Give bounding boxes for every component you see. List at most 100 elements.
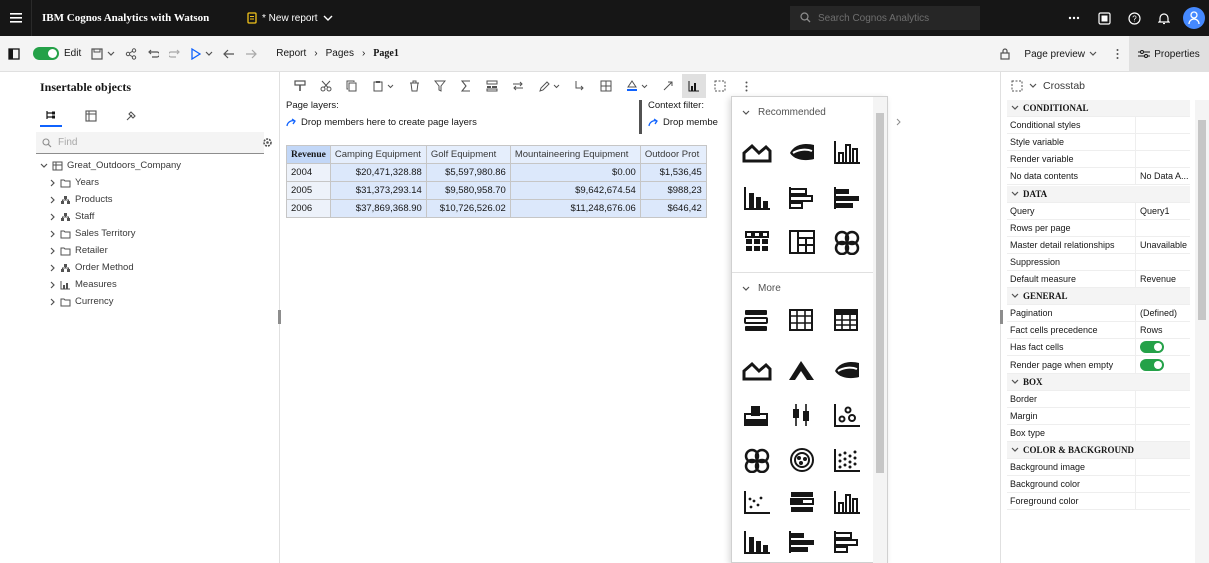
property-row[interactable]: Box type <box>1007 424 1190 442</box>
summarize-icon[interactable] <box>454 74 478 98</box>
paste-icon[interactable] <box>366 74 400 98</box>
fact-cell[interactable]: $10,726,526.02 <box>425 199 511 218</box>
row-header[interactable]: 2005 <box>286 181 331 200</box>
property-value[interactable] <box>1135 475 1190 493</box>
property-section-header[interactable]: CONDITIONAL <box>1007 100 1190 117</box>
property-section-header[interactable]: BOX <box>1007 373 1190 391</box>
ribbon-chart-icon[interactable] <box>787 139 817 165</box>
column-chart-icon[interactable] <box>832 489 862 515</box>
more-icon[interactable] <box>1059 0 1089 36</box>
tree-item-measures[interactable]: Measures <box>40 276 181 293</box>
collapse-arrow-icon[interactable] <box>896 118 902 126</box>
property-row[interactable]: Foreground color <box>1007 492 1190 511</box>
bar-chart-icon[interactable] <box>787 185 817 211</box>
tab-toolbox[interactable] <box>120 105 142 127</box>
more-vertical-icon[interactable] <box>734 74 758 98</box>
assistant-icon[interactable] <box>1089 0 1119 36</box>
fact-cell[interactable]: $646,42 <box>639 199 707 218</box>
cut-icon[interactable] <box>314 74 338 98</box>
property-row[interactable]: Background image <box>1007 458 1190 477</box>
stacked-bar-icon[interactable] <box>787 529 817 555</box>
flyout-scrollbar-thumb[interactable] <box>876 113 884 473</box>
property-section-header[interactable]: DATA <box>1007 185 1190 203</box>
panel-toggle-icon[interactable] <box>0 36 28 72</box>
edit-toggle[interactable]: Edit <box>28 36 86 72</box>
fact-cell[interactable]: $20,471,328.88 <box>329 163 427 182</box>
property-value[interactable] <box>1135 150 1190 168</box>
property-row[interactable]: No data contents No Data A... <box>1007 167 1190 186</box>
tree-item-order-method[interactable]: Order Method <box>40 259 181 276</box>
undo-icon[interactable] <box>142 36 164 72</box>
table-icon[interactable] <box>594 74 618 98</box>
breadcrumb-report[interactable]: Report <box>276 48 306 59</box>
boxplot-icon[interactable] <box>787 402 817 428</box>
drill-icon[interactable] <box>568 74 592 98</box>
mountain-icon[interactable] <box>787 357 817 383</box>
property-value[interactable] <box>1135 219 1190 237</box>
pencil-icon[interactable] <box>532 74 566 98</box>
breadcrumb-page1[interactable]: Page1 <box>373 48 399 59</box>
properties-scrollbar[interactable] <box>1195 100 1209 563</box>
property-value[interactable] <box>1135 458 1190 476</box>
visualization-icon[interactable] <box>682 74 706 98</box>
property-value[interactable] <box>1135 492 1190 510</box>
sunburst-icon[interactable] <box>787 447 817 473</box>
tree-item-products[interactable]: Products <box>40 191 181 208</box>
list-icon[interactable] <box>742 307 772 333</box>
redo-icon[interactable] <box>164 36 186 72</box>
property-value[interactable] <box>1135 253 1190 271</box>
page-preview-dropdown[interactable]: Page preview <box>1016 49 1105 60</box>
tree-item-staff[interactable]: Staff <box>40 208 181 225</box>
notification-icon[interactable] <box>1149 0 1179 36</box>
flyout-scrollbar[interactable] <box>873 97 887 563</box>
packed-bubble-icon[interactable] <box>832 229 862 255</box>
property-row[interactable]: Fact cells precedence Rows <box>1007 321 1190 340</box>
property-row[interactable]: Pagination (Defined) <box>1007 304 1190 323</box>
breadcrumb-pages[interactable]: Pages <box>326 48 354 59</box>
user-avatar[interactable] <box>1179 0 1209 36</box>
forward-arrow-icon[interactable] <box>240 36 262 72</box>
scatter-dots-icon[interactable] <box>742 489 772 515</box>
property-value[interactable] <box>1135 407 1190 425</box>
column-header[interactable]: Outdoor Prot <box>639 145 707 164</box>
report-name-switcher[interactable]: * New report <box>247 12 333 24</box>
property-row[interactable]: Has fact cells <box>1007 338 1190 357</box>
repeater-table-icon[interactable] <box>832 307 862 333</box>
column-header[interactable]: Camping Equipment <box>329 145 427 164</box>
gear-icon[interactable] <box>262 137 273 148</box>
property-toggle[interactable] <box>1140 358 1164 371</box>
more-section-toggle[interactable]: More <box>742 283 781 294</box>
tree-item-currency[interactable]: Currency <box>40 293 181 310</box>
search-input[interactable]: Search Cognos Analytics <box>790 6 980 30</box>
scatter-icon[interactable] <box>832 402 862 428</box>
property-value[interactable] <box>1135 390 1190 408</box>
column-header[interactable]: Golf Equipment <box>425 145 511 164</box>
property-row[interactable]: Default measure Revenue <box>1007 270 1190 288</box>
fact-cell[interactable]: $0.00 <box>509 163 641 182</box>
share-icon[interactable] <box>120 36 142 72</box>
property-row[interactable]: Background color <box>1007 475 1190 494</box>
tab-data-items[interactable] <box>80 105 102 127</box>
tab-source[interactable] <box>40 105 62 127</box>
property-value[interactable] <box>1135 133 1190 151</box>
bar-chart-icon[interactable] <box>832 529 862 555</box>
property-value[interactable]: Unavailable <box>1135 236 1190 254</box>
property-section-header[interactable]: GENERAL <box>1007 288 1190 306</box>
property-section-header[interactable]: COLOR & BACKGROUND <box>1007 442 1190 459</box>
help-icon[interactable]: ? <box>1119 0 1149 36</box>
property-row[interactable]: Suppression <box>1007 253 1190 271</box>
fact-cell[interactable]: $11,248,676.06 <box>509 199 641 218</box>
fact-cell[interactable]: $1,536,45 <box>639 163 707 182</box>
property-value[interactable]: Rows <box>1135 321 1190 339</box>
property-row[interactable]: Conditional styles <box>1007 116 1190 135</box>
stream-icon[interactable] <box>832 357 862 383</box>
context-filter-dropzone[interactable]: Context filter: Drop membe <box>648 100 738 134</box>
lock-icon[interactable] <box>994 48 1016 60</box>
delete-icon[interactable] <box>402 74 426 98</box>
area-chart-icon[interactable] <box>742 139 772 165</box>
group-icon[interactable] <box>480 74 504 98</box>
row-header[interactable]: 2004 <box>286 163 331 182</box>
swap-icon[interactable] <box>506 74 530 98</box>
bubble-icon[interactable] <box>742 447 772 473</box>
line-area-icon[interactable] <box>742 357 772 383</box>
